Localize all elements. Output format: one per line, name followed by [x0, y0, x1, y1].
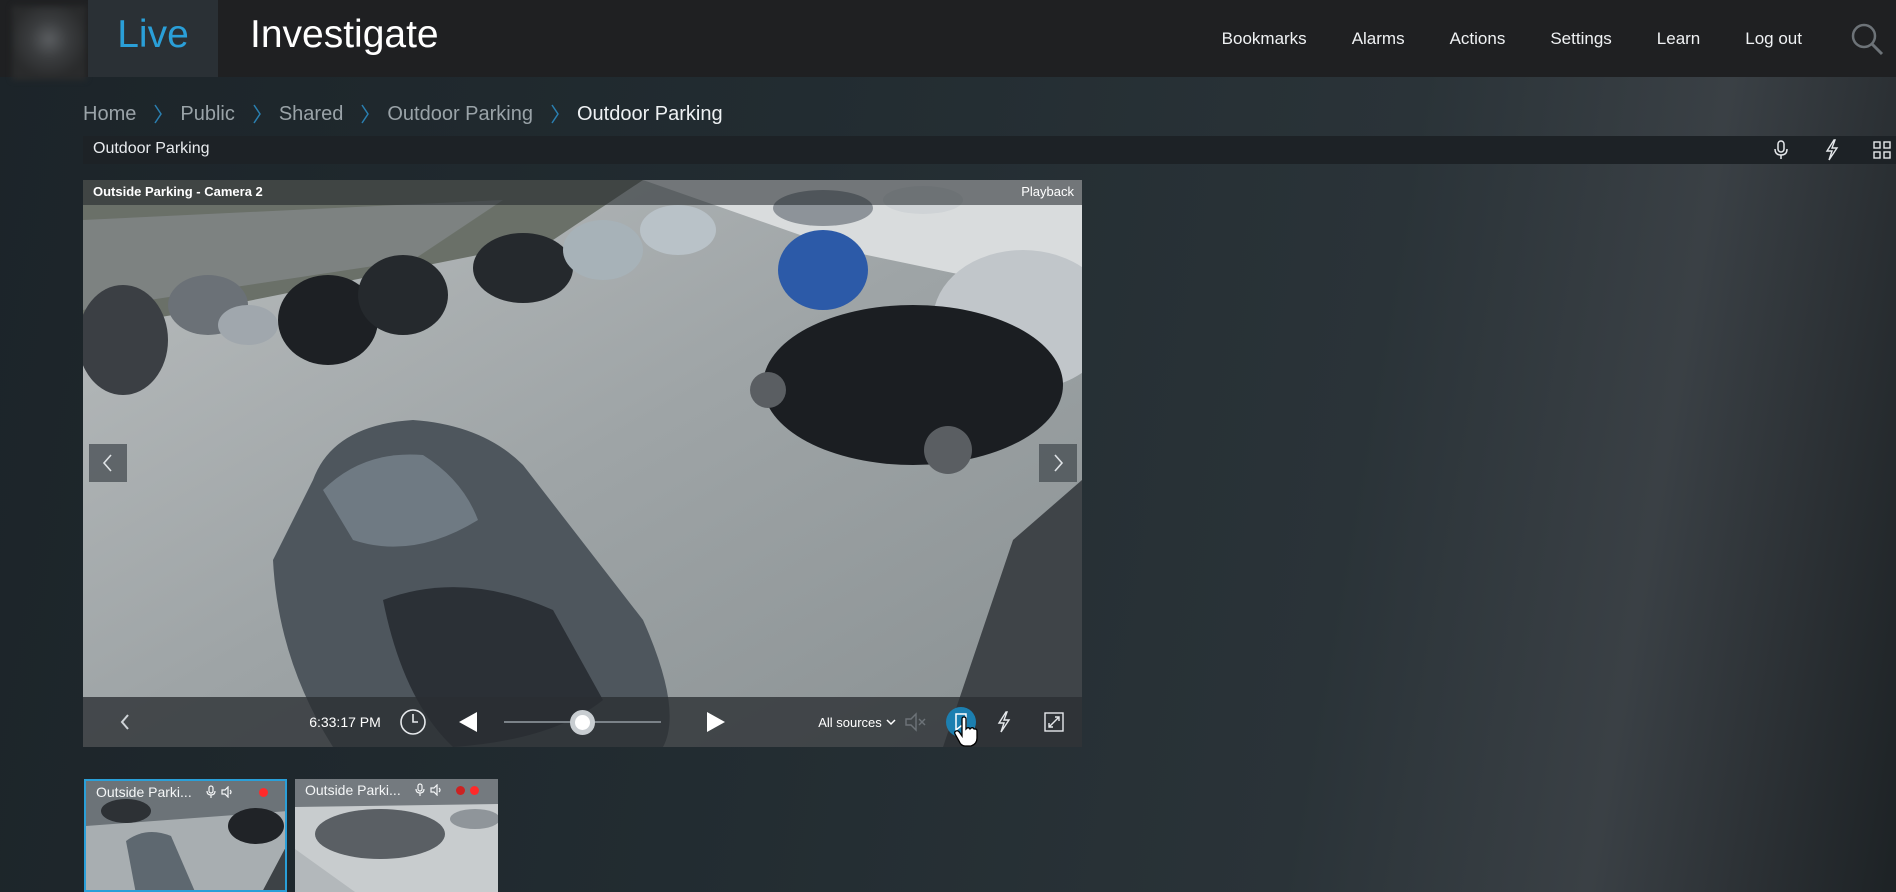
nav-bookmarks[interactable]: Bookmarks [1222, 0, 1307, 77]
lightning-icon[interactable] [991, 697, 1017, 747]
lightning-icon[interactable] [1818, 136, 1846, 164]
nav-alarms[interactable]: Alarms [1352, 0, 1405, 77]
search-icon[interactable] [1847, 0, 1887, 77]
nav-actions[interactable]: Actions [1450, 0, 1506, 77]
breadcrumb-outdoor-parking-folder[interactable]: Outdoor Parking [387, 103, 533, 126]
playback-mode-label: Playback [1021, 184, 1074, 199]
brand-logo [12, 6, 86, 80]
playback-time[interactable]: 6:33:17 PM [295, 697, 395, 747]
prev-icon[interactable] [113, 697, 137, 747]
top-bar: Live Investigate Bookmarks Alarms Action… [0, 0, 1896, 80]
play-reverse-icon[interactable] [453, 697, 483, 747]
chevron-right-icon [545, 100, 565, 128]
motion-indicator-icon [456, 785, 465, 795]
breadcrumb: Home Public Shared Outdoor Parking Outdo… [83, 100, 723, 128]
recording-indicator-icon [470, 785, 479, 795]
breadcrumb-public[interactable]: Public [180, 103, 234, 126]
camera-name: Outside Parking - Camera 2 [93, 184, 263, 199]
hand-cursor-icon [954, 716, 978, 747]
tab-investigate[interactable]: Investigate [250, 0, 439, 77]
playback-controls: 6:33:17 PM All sources [83, 697, 1082, 747]
view-title: Outdoor Parking [93, 140, 210, 157]
chevron-right-icon [355, 100, 375, 128]
thumbnail-status-icons [206, 785, 268, 799]
tile-header: Outside Parking - Camera 2 Playback [83, 180, 1082, 205]
thumbnail-label: Outside Parki... [96, 784, 192, 800]
chevron-right-icon [247, 100, 267, 128]
nav-logout[interactable]: Log out [1745, 0, 1802, 77]
next-camera-button[interactable] [1039, 444, 1077, 482]
breadcrumb-shared[interactable]: Shared [279, 103, 344, 126]
breadcrumb-current-view: Outdoor Parking [576, 102, 723, 125]
sources-label: All sources [818, 714, 882, 730]
recording-indicator-icon [259, 787, 268, 797]
main-nav: Bookmarks Alarms Actions Settings Learn … [1222, 0, 1896, 77]
thumbnail-label: Outside Parki... [305, 782, 401, 798]
previous-camera-button[interactable] [89, 444, 127, 482]
clock-icon[interactable] [397, 697, 429, 747]
fullscreen-icon[interactable] [1040, 697, 1068, 747]
play-forward-icon[interactable] [701, 697, 731, 747]
speaker-icon [221, 786, 232, 798]
microphone-icon [206, 785, 216, 798]
sources-dropdown[interactable]: All sources [817, 697, 897, 747]
chevron-left-icon [102, 454, 112, 472]
camera-thumbnail-1[interactable]: Outside Parki... [84, 779, 287, 892]
nav-settings[interactable]: Settings [1550, 0, 1611, 77]
speaker-icon [430, 784, 441, 796]
chevron-right-icon [1054, 454, 1064, 472]
chevron-right-icon [148, 100, 168, 128]
camera-video-frame [83, 180, 1082, 747]
nav-learn[interactable]: Learn [1657, 0, 1700, 77]
playback-slider-handle[interactable] [570, 710, 595, 735]
camera-tile[interactable]: Outside Parking - Camera 2 Playback 6:33… [83, 180, 1082, 747]
microphone-icon[interactable] [1767, 136, 1795, 164]
camera-thumbnail-2[interactable]: Outside Parki... [295, 779, 498, 892]
breadcrumb-home[interactable]: Home [83, 103, 136, 126]
tab-live[interactable]: Live [88, 0, 218, 77]
chevron-down-icon [886, 719, 896, 726]
thumbnail-status-icons [415, 783, 479, 797]
layout-grid-icon[interactable] [1868, 136, 1896, 164]
view-title-bar: Outdoor Parking [83, 136, 1896, 164]
microphone-icon [415, 783, 425, 796]
mute-icon[interactable] [903, 697, 929, 747]
